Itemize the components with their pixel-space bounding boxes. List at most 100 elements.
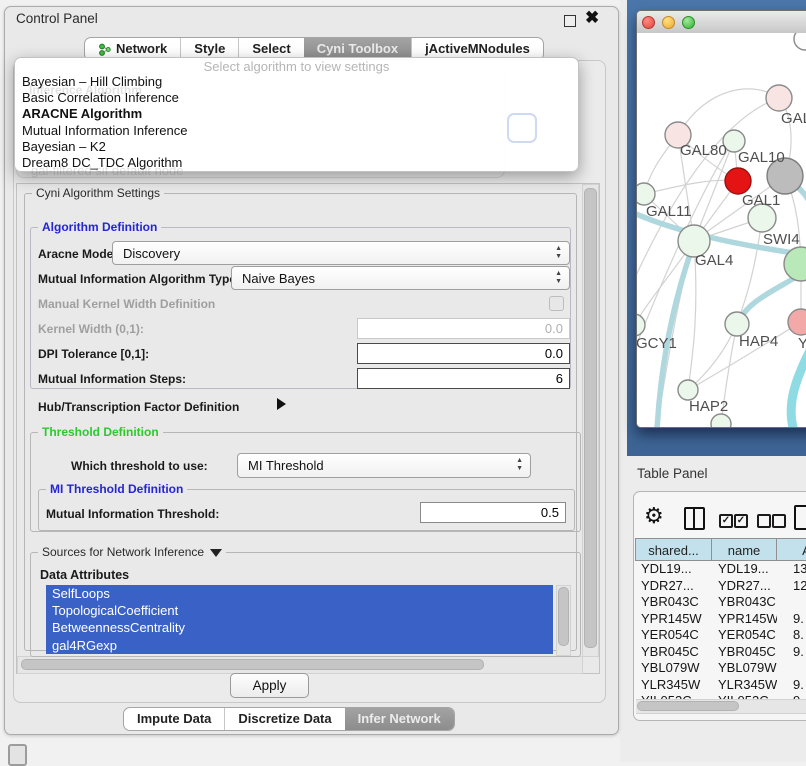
network-node-bottom-node[interactable] bbox=[711, 414, 731, 427]
algorithm-dropdown-popup: Inference Algorithm gal-filtered sif def… bbox=[14, 57, 579, 172]
table-cell: YDR27... bbox=[635, 578, 712, 595]
deselect-checkbox-icon[interactable] bbox=[757, 514, 771, 528]
tab-discretize-data[interactable]: Discretize Data bbox=[224, 708, 344, 730]
attribute-item-gal4rgexp[interactable]: gal4RGexp bbox=[46, 637, 553, 654]
mi-steps-field[interactable]: 6 bbox=[357, 368, 570, 389]
collapse-triangle-icon[interactable] bbox=[210, 549, 222, 557]
data-attributes-label: Data Attributes bbox=[40, 568, 129, 582]
network-node-red-node[interactable] bbox=[725, 168, 751, 194]
node-label-swi4: SWI4 bbox=[763, 231, 800, 248]
dpi-tolerance-label: DPI Tolerance [0,1]: bbox=[38, 347, 149, 361]
close-panel-icon[interactable]: ✖ bbox=[585, 8, 599, 28]
tab-impute-data[interactable]: Impute Data bbox=[124, 708, 224, 730]
zoom-traffic-light-icon[interactable] bbox=[682, 16, 695, 29]
table-header-row: shared...nameA bbox=[635, 538, 806, 561]
table-column-header-a[interactable]: A bbox=[777, 538, 806, 561]
algorithm-option-bayesian-hill-climbing[interactable]: Bayesian – Hill Climbing bbox=[15, 74, 578, 90]
node-label-gal4: GAL4 bbox=[695, 252, 733, 269]
table-cell: YBL079W bbox=[712, 660, 777, 677]
attributes-vscrollbar-thumb[interactable] bbox=[558, 587, 569, 646]
table-row[interactable]: YBL079WYBL079W bbox=[635, 660, 806, 677]
table-hscrollbar-thumb[interactable] bbox=[637, 701, 739, 711]
popup-placeholder: Select algorithm to view settings bbox=[15, 59, 578, 74]
table-column-header-shared[interactable]: shared... bbox=[635, 538, 712, 561]
table-row[interactable]: YDL19...YDL19...13 bbox=[635, 561, 806, 578]
attribute-item-selfloops[interactable]: SelfLoops bbox=[46, 585, 553, 602]
table-row[interactable]: YBR043CYBR043C bbox=[635, 594, 806, 611]
network-canvas[interactable]: GALGAL80GAL10GAL1GAL11SWI4GAL4GCY1HAP4YH… bbox=[637, 33, 806, 427]
network-graph: GALGAL80GAL10GAL1GAL11SWI4GAL4GCY1HAP4YH… bbox=[637, 33, 806, 427]
table-row[interactable]: YBR045CYBR045C9. bbox=[635, 644, 806, 661]
select-all-checkbox-icon[interactable]: ✓ bbox=[719, 514, 733, 528]
manual-kernel-width-checkbox[interactable] bbox=[549, 296, 564, 311]
attribute-item-topologicalcoefficient[interactable]: TopologicalCoefficient bbox=[46, 602, 553, 619]
node-label-gal11: GAL11 bbox=[646, 203, 692, 220]
table-cell: 12 bbox=[777, 578, 806, 595]
tab-label: Impute Data bbox=[137, 708, 211, 730]
network-window-titlebar[interactable] bbox=[637, 11, 806, 34]
hub-definition-label: Hub/Transcription Factor Definition bbox=[38, 400, 239, 414]
tab-infer-network[interactable]: Infer Network bbox=[345, 708, 454, 730]
table-column-header-name[interactable]: name bbox=[712, 538, 777, 561]
network-edge[interactable] bbox=[644, 180, 738, 194]
desktop: { "control_panel": { "title": "Control P… bbox=[0, 0, 806, 762]
apply-button[interactable]: Apply bbox=[230, 673, 309, 698]
network-node-salmon-node[interactable] bbox=[788, 309, 806, 335]
algorithm-option-aracne-algorithm[interactable]: ARACNE Algorithm bbox=[15, 106, 578, 122]
column-view-icon[interactable] bbox=[684, 507, 705, 530]
algorithm-option-bayesian-k2[interactable]: Bayesian – K2 bbox=[15, 139, 578, 155]
table-cell: 9. bbox=[777, 644, 806, 661]
attribute-item-betweennesscentrality[interactable]: BetweennessCentrality bbox=[46, 619, 553, 636]
table-row[interactable]: YDR27...YDR27...12 bbox=[635, 578, 806, 595]
table-row[interactable]: YPR145WYPR145W9. bbox=[635, 611, 806, 628]
stepper-icon: ▲▼ bbox=[516, 457, 523, 473]
mi-algorithm-type-label: Mutual Information Algorithm Type: bbox=[38, 272, 240, 286]
settings-hscrollbar-thumb[interactable] bbox=[21, 659, 484, 670]
table-cell: YER054C bbox=[635, 627, 712, 644]
table-cell bbox=[777, 660, 806, 677]
data-attributes-list[interactable]: SelfLoopsTopologicalCoefficientBetweenne… bbox=[46, 585, 553, 654]
settings-vscrollbar-thumb[interactable] bbox=[584, 188, 597, 648]
table-cell: 9. bbox=[777, 677, 806, 694]
close-traffic-light-icon[interactable] bbox=[642, 16, 655, 29]
network-node-GAL11[interactable] bbox=[637, 183, 655, 205]
mi-threshold-field[interactable]: 0.5 bbox=[420, 502, 566, 523]
algorithm-option-basic-correlation-inference[interactable]: Basic Correlation Inference bbox=[15, 90, 578, 106]
minimize-traffic-light-icon[interactable] bbox=[662, 16, 675, 29]
aracne-mode-select[interactable]: Discovery ▲▼ bbox=[112, 241, 570, 265]
node-label-hap2: HAP2 bbox=[689, 398, 728, 415]
table-cell: YPR145W bbox=[712, 611, 777, 628]
network-edge-highlighted[interactable] bbox=[791, 339, 806, 427]
new-table-icon[interactable] bbox=[794, 505, 806, 530]
network-node-GAL[interactable] bbox=[766, 85, 792, 111]
gear-icon[interactable]: ⚙ bbox=[644, 504, 664, 528]
mi-algorithm-type-select[interactable]: Naive Bayes ▲▼ bbox=[231, 266, 570, 290]
which-threshold-label: Which threshold to use: bbox=[71, 459, 208, 473]
network-edge[interactable] bbox=[678, 89, 779, 135]
algorithm-definition-title: Algorithm Definition bbox=[38, 220, 161, 234]
table-cell: YLR345W bbox=[712, 677, 777, 694]
table-cell: YBR043C bbox=[635, 594, 712, 611]
algorithm-option-mutual-information-inference[interactable]: Mutual Information Inference bbox=[15, 123, 578, 139]
select-all-checkbox-icon-2[interactable]: ✓ bbox=[734, 514, 748, 528]
network-node-HAP2[interactable] bbox=[678, 380, 698, 400]
table-row[interactable]: YER054CYER054C8. bbox=[635, 627, 806, 644]
network-node-edge-node[interactable] bbox=[794, 33, 806, 50]
which-threshold-select[interactable]: MI Threshold ▲▼ bbox=[237, 453, 531, 478]
algorithm-option-dream8-dc-tdc-algorithm[interactable]: Dream8 DC_TDC Algorithm bbox=[15, 155, 578, 171]
float-window-icon[interactable] bbox=[564, 15, 576, 27]
hub-definition-expand-icon[interactable] bbox=[277, 398, 286, 410]
deselect-checkbox-icon-2[interactable] bbox=[772, 514, 786, 528]
table-cell: 13 bbox=[777, 561, 806, 578]
aracne-mode-label: Aracne Mode: bbox=[38, 247, 117, 261]
minimized-panel-icon[interactable] bbox=[8, 744, 27, 766]
node-label-gal10: GAL10 bbox=[738, 149, 785, 166]
table-row[interactable]: YLR345WYLR345W9. bbox=[635, 677, 806, 694]
node-label-gal80: GAL80 bbox=[680, 142, 727, 159]
table-cell: YDL19... bbox=[712, 561, 777, 578]
node-label-gcy1: GCY1 bbox=[637, 335, 677, 352]
kernel-width-field[interactable]: 0.0 bbox=[357, 318, 570, 339]
table-cell: YPR145W bbox=[635, 611, 712, 628]
dpi-tolerance-field[interactable]: 0.0 bbox=[357, 343, 570, 364]
network-node-GCY1[interactable] bbox=[637, 314, 645, 336]
